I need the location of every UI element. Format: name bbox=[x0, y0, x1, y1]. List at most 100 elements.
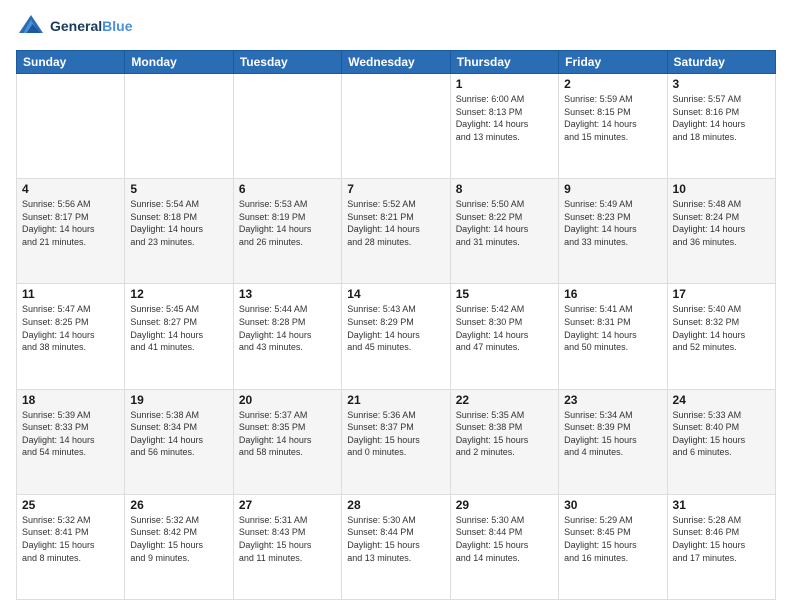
calendar-cell: 20 Sunrise: 5:37 AM Sunset: 8:35 PM Dayli… bbox=[233, 389, 341, 494]
calendar-cell: 15Sunrise: 5:42 AM Sunset: 8:30 PM Dayli… bbox=[450, 284, 558, 389]
day-number: 20 bbox=[239, 393, 336, 407]
day-info: Sunrise: 5:57 AM Sunset: 8:16 PM Dayligh… bbox=[673, 93, 770, 143]
day-info: Sunrise: 5:34 AM Sunset: 8:39 PM Dayligh… bbox=[564, 409, 661, 459]
calendar-cell: 1 Sunrise: 6:00 AM Sunset: 8:13 PM Daylig… bbox=[450, 74, 558, 179]
day-info: Sunrise: 5:41 AM Sunset: 8:31 PM Dayligh… bbox=[564, 303, 661, 353]
day-number: 27 bbox=[239, 498, 336, 512]
calendar-cell: 8 Sunrise: 5:50 AM Sunset: 8:22 PM Daylig… bbox=[450, 179, 558, 284]
day-number: 16 bbox=[564, 287, 661, 301]
day-info: Sunrise: 6:00 AM Sunset: 8:13 PM Dayligh… bbox=[456, 93, 553, 143]
calendar-cell: 21 Sunrise: 5:36 AM Sunset: 8:37 PM Dayli… bbox=[342, 389, 450, 494]
day-info: Sunrise: 5:56 AM Sunset: 8:17 PM Dayligh… bbox=[22, 198, 119, 248]
calendar-cell: 3 Sunrise: 5:57 AM Sunset: 8:16 PM Daylig… bbox=[667, 74, 775, 179]
day-number: 6 bbox=[239, 182, 336, 196]
day-info: Sunrise: 5:40 AM Sunset: 8:32 PM Dayligh… bbox=[673, 303, 770, 353]
calendar-week-0: 1 Sunrise: 6:00 AM Sunset: 8:13 PM Daylig… bbox=[17, 74, 776, 179]
day-number: 15 bbox=[456, 287, 553, 301]
day-info: Sunrise: 5:33 AM Sunset: 8:40 PM Dayligh… bbox=[673, 409, 770, 459]
calendar-cell: 18 Sunrise: 5:39 AM Sunset: 8:33 PM Dayli… bbox=[17, 389, 125, 494]
weekday-header-thursday: Thursday bbox=[450, 51, 558, 74]
calendar-cell: 30 Sunrise: 5:29 AM Sunset: 8:45 PM Dayli… bbox=[559, 494, 667, 599]
calendar-cell: 4 Sunrise: 5:56 AM Sunset: 8:17 PM Daylig… bbox=[17, 179, 125, 284]
day-number: 21 bbox=[347, 393, 444, 407]
day-number: 14 bbox=[347, 287, 444, 301]
day-number: 24 bbox=[673, 393, 770, 407]
calendar-cell: 24 Sunrise: 5:33 AM Sunset: 8:40 PM Dayli… bbox=[667, 389, 775, 494]
day-number: 12 bbox=[130, 287, 227, 301]
day-info: Sunrise: 5:37 AM Sunset: 8:35 PM Dayligh… bbox=[239, 409, 336, 459]
day-info: Sunrise: 5:38 AM Sunset: 8:34 PM Dayligh… bbox=[130, 409, 227, 459]
day-number: 26 bbox=[130, 498, 227, 512]
calendar-cell: 28 Sunrise: 5:30 AM Sunset: 8:44 PM Dayli… bbox=[342, 494, 450, 599]
day-info: Sunrise: 5:48 AM Sunset: 8:24 PM Dayligh… bbox=[673, 198, 770, 248]
calendar-week-3: 18 Sunrise: 5:39 AM Sunset: 8:33 PM Dayli… bbox=[17, 389, 776, 494]
calendar-cell: 9Sunrise: 5:49 AM Sunset: 8:23 PM Daylig… bbox=[559, 179, 667, 284]
day-number: 2 bbox=[564, 77, 661, 91]
calendar-cell: 2 Sunrise: 5:59 AM Sunset: 8:15 PM Daylig… bbox=[559, 74, 667, 179]
day-info: Sunrise: 5:28 AM Sunset: 8:46 PM Dayligh… bbox=[673, 514, 770, 564]
calendar-cell bbox=[125, 74, 233, 179]
day-info: Sunrise: 5:53 AM Sunset: 8:19 PM Dayligh… bbox=[239, 198, 336, 248]
day-info: Sunrise: 5:59 AM Sunset: 8:15 PM Dayligh… bbox=[564, 93, 661, 143]
day-number: 10 bbox=[673, 182, 770, 196]
calendar-cell: 5 Sunrise: 5:54 AM Sunset: 8:18 PM Daylig… bbox=[125, 179, 233, 284]
day-info: Sunrise: 5:30 AM Sunset: 8:44 PM Dayligh… bbox=[456, 514, 553, 564]
day-info: Sunrise: 5:31 AM Sunset: 8:43 PM Dayligh… bbox=[239, 514, 336, 564]
day-number: 9 bbox=[564, 182, 661, 196]
calendar-cell bbox=[342, 74, 450, 179]
day-number: 23 bbox=[564, 393, 661, 407]
day-number: 3 bbox=[673, 77, 770, 91]
day-info: Sunrise: 5:32 AM Sunset: 8:42 PM Dayligh… bbox=[130, 514, 227, 564]
calendar-cell: 7 Sunrise: 5:52 AM Sunset: 8:21 PM Daylig… bbox=[342, 179, 450, 284]
weekday-header-monday: Monday bbox=[125, 51, 233, 74]
day-info: Sunrise: 5:50 AM Sunset: 8:22 PM Dayligh… bbox=[456, 198, 553, 248]
calendar-cell: 19Sunrise: 5:38 AM Sunset: 8:34 PM Dayli… bbox=[125, 389, 233, 494]
day-info: Sunrise: 5:54 AM Sunset: 8:18 PM Dayligh… bbox=[130, 198, 227, 248]
calendar-week-1: 4 Sunrise: 5:56 AM Sunset: 8:17 PM Daylig… bbox=[17, 179, 776, 284]
day-info: Sunrise: 5:36 AM Sunset: 8:37 PM Dayligh… bbox=[347, 409, 444, 459]
weekday-header-row: SundayMondayTuesdayWednesdayThursdayFrid… bbox=[17, 51, 776, 74]
calendar-cell: 16 Sunrise: 5:41 AM Sunset: 8:31 PM Dayli… bbox=[559, 284, 667, 389]
day-number: 28 bbox=[347, 498, 444, 512]
calendar-cell: 25 Sunrise: 5:32 AM Sunset: 8:41 PM Dayli… bbox=[17, 494, 125, 599]
day-number: 11 bbox=[22, 287, 119, 301]
calendar-table: SundayMondayTuesdayWednesdayThursdayFrid… bbox=[16, 50, 776, 600]
day-number: 25 bbox=[22, 498, 119, 512]
day-info: Sunrise: 5:32 AM Sunset: 8:41 PM Dayligh… bbox=[22, 514, 119, 564]
day-number: 5 bbox=[130, 182, 227, 196]
calendar-cell: 12 Sunrise: 5:45 AM Sunset: 8:27 PM Dayli… bbox=[125, 284, 233, 389]
day-number: 13 bbox=[239, 287, 336, 301]
weekday-header-tuesday: Tuesday bbox=[233, 51, 341, 74]
day-number: 17 bbox=[673, 287, 770, 301]
logo-text: GeneralBlue bbox=[50, 19, 132, 34]
day-number: 8 bbox=[456, 182, 553, 196]
calendar-cell: 26 Sunrise: 5:32 AM Sunset: 8:42 PM Dayli… bbox=[125, 494, 233, 599]
day-info: Sunrise: 5:52 AM Sunset: 8:21 PM Dayligh… bbox=[347, 198, 444, 248]
calendar-cell: 14 Sunrise: 5:43 AM Sunset: 8:29 PM Dayli… bbox=[342, 284, 450, 389]
day-info: Sunrise: 5:47 AM Sunset: 8:25 PM Dayligh… bbox=[22, 303, 119, 353]
day-number: 4 bbox=[22, 182, 119, 196]
day-number: 30 bbox=[564, 498, 661, 512]
calendar-week-4: 25 Sunrise: 5:32 AM Sunset: 8:41 PM Dayli… bbox=[17, 494, 776, 599]
header: GeneralBlue bbox=[16, 12, 776, 42]
calendar-cell: 10 Sunrise: 5:48 AM Sunset: 8:24 PM Dayli… bbox=[667, 179, 775, 284]
day-info: Sunrise: 5:35 AM Sunset: 8:38 PM Dayligh… bbox=[456, 409, 553, 459]
day-info: Sunrise: 5:30 AM Sunset: 8:44 PM Dayligh… bbox=[347, 514, 444, 564]
day-number: 29 bbox=[456, 498, 553, 512]
day-number: 7 bbox=[347, 182, 444, 196]
day-number: 18 bbox=[22, 393, 119, 407]
day-info: Sunrise: 5:43 AM Sunset: 8:29 PM Dayligh… bbox=[347, 303, 444, 353]
day-number: 31 bbox=[673, 498, 770, 512]
calendar-cell: 23 Sunrise: 5:34 AM Sunset: 8:39 PM Dayli… bbox=[559, 389, 667, 494]
calendar-cell bbox=[233, 74, 341, 179]
day-info: Sunrise: 5:39 AM Sunset: 8:33 PM Dayligh… bbox=[22, 409, 119, 459]
day-info: Sunrise: 5:45 AM Sunset: 8:27 PM Dayligh… bbox=[130, 303, 227, 353]
day-info: Sunrise: 5:29 AM Sunset: 8:45 PM Dayligh… bbox=[564, 514, 661, 564]
day-number: 1 bbox=[456, 77, 553, 91]
day-info: Sunrise: 5:44 AM Sunset: 8:28 PM Dayligh… bbox=[239, 303, 336, 353]
weekday-header-sunday: Sunday bbox=[17, 51, 125, 74]
calendar-cell: 11 Sunrise: 5:47 AM Sunset: 8:25 PM Dayli… bbox=[17, 284, 125, 389]
calendar-cell: 17 Sunrise: 5:40 AM Sunset: 8:32 PM Dayli… bbox=[667, 284, 775, 389]
logo-icon bbox=[16, 12, 46, 42]
calendar-cell: 13 Sunrise: 5:44 AM Sunset: 8:28 PM Dayli… bbox=[233, 284, 341, 389]
